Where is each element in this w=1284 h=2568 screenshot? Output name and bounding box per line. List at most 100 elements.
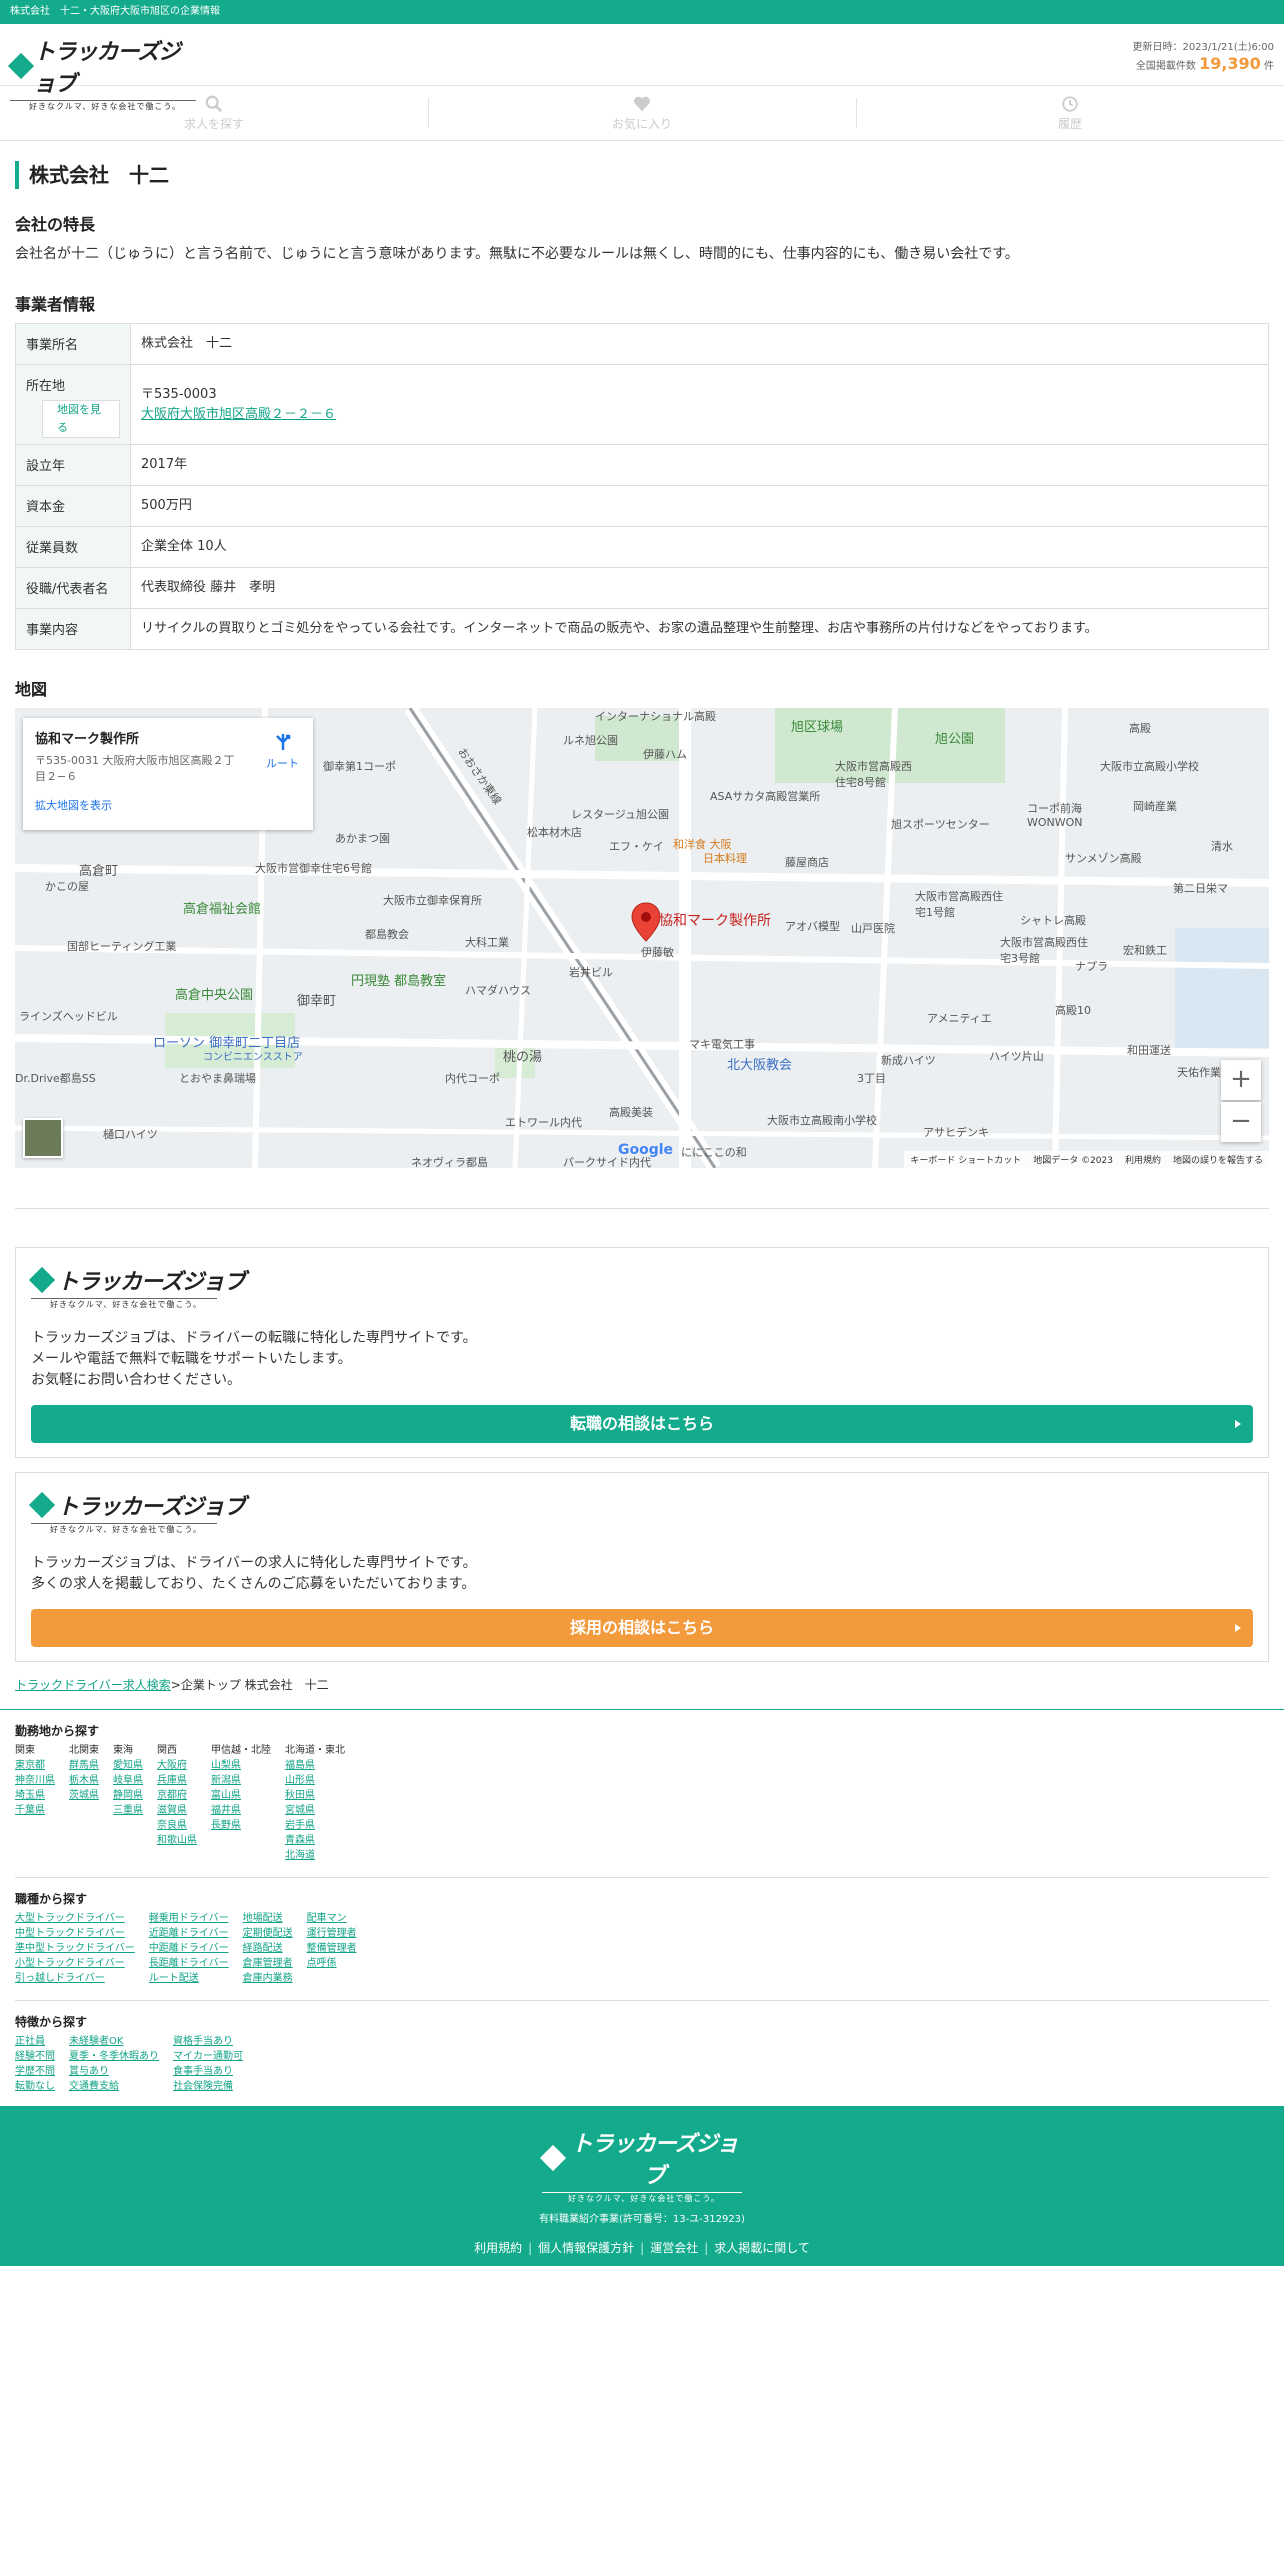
footer-link-terms[interactable]: 利用規約 [468,2241,528,2255]
search-link[interactable]: 滋賀県 [157,1803,197,1818]
search-link[interactable]: 食事手当あり [173,2064,243,2079]
search-link[interactable]: 夏季・冬季休暇あり [69,2049,159,2064]
search-link[interactable]: 新潟県 [211,1773,271,1788]
nav-history[interactable]: 履歴 [856,86,1284,140]
zoom-in-button[interactable]: + [1221,1060,1261,1100]
search-link[interactable]: 中型トラックドライバー [15,1926,135,1941]
search-link[interactable]: 栃木県 [69,1773,99,1788]
nav-favorites[interactable]: お気に入り [428,86,856,140]
search-link[interactable]: 静岡県 [113,1788,143,1803]
route-label: ルート [266,757,299,770]
map-shortcuts[interactable]: キーボード ショートカット [910,1153,1021,1166]
search-link[interactable]: 神奈川県 [15,1773,55,1788]
cta-box-career: トラッカーズジョブ 好きなクルマ、好きな会社で働こう。 トラッカーズジョブは、ド… [15,1247,1269,1458]
search-link[interactable]: 群馬県 [69,1758,99,1773]
search-link[interactable]: 岐阜県 [113,1773,143,1788]
search-link[interactable]: 三重県 [113,1803,143,1818]
footer-link-listing[interactable]: 求人掲載に関して [708,2241,816,2255]
search-link[interactable]: 正社員 [15,2034,55,2049]
zoom-out-button[interactable]: − [1221,1102,1261,1142]
map-pin-icon[interactable] [631,902,661,942]
row-label: 事業所名 [15,323,131,365]
total-count: 19,390 [1199,54,1261,73]
nav-search[interactable]: 求人を探す [0,86,428,140]
search-link[interactable]: 点呼係 [307,1956,357,1971]
search-link[interactable]: 茨城県 [69,1788,99,1803]
search-link[interactable]: 福島県 [285,1758,345,1773]
map-label: 高倉中央公園 [175,988,254,1003]
search-link[interactable]: 賞与あり [69,2064,159,2079]
search-link[interactable]: 社会保険完備 [173,2079,243,2094]
search-link[interactable]: 小型トラックドライバー [15,1956,135,1971]
search-link[interactable]: ルート配送 [149,1971,229,1986]
hiring-consult-button[interactable]: 採用の相談はこちら [31,1609,1253,1647]
search-link[interactable]: 和歌山県 [157,1833,197,1848]
logo-text: トラッカーズジョブ [57,1270,246,1295]
search-link[interactable]: 中距離ドライバー [149,1941,229,1956]
search-link[interactable]: 千葉県 [15,1803,55,1818]
divider [15,1208,1269,1209]
embedded-map[interactable]: 協和マーク製作所 旭区球場 旭公園 ルネ旭公園 インターナショナル高殿 伊藤ハム… [15,708,1269,1168]
search-link[interactable]: 長距離ドライバー [149,1956,229,1971]
search-link[interactable]: 山梨県 [211,1758,271,1773]
search-link[interactable]: 未経験者OK [69,2034,159,2049]
search-link[interactable]: 学歴不問 [15,2064,55,2079]
search-link[interactable]: 京都府 [157,1788,197,1803]
breadcrumb-home-link[interactable]: トラックドライバー求人検索 [15,1678,171,1692]
search-link[interactable]: 埼玉県 [15,1788,55,1803]
search-link[interactable]: 北海道 [285,1848,345,1863]
search-link[interactable]: 愛知県 [113,1758,143,1773]
map-label: サンメゾン高殿 [1065,852,1142,865]
search-link[interactable]: 奈良県 [157,1818,197,1833]
search-link[interactable]: 軽乗用ドライバー [149,1911,229,1926]
search-link[interactable]: 定期便配送 [243,1926,293,1941]
search-link[interactable]: 大阪府 [157,1758,197,1773]
map-label: アオバ模型 [785,920,840,933]
search-link[interactable]: 引っ越しドライバー [15,1971,135,1986]
search-link[interactable]: 倉庫管理者 [243,1956,293,1971]
search-link[interactable]: 青森県 [285,1833,345,1848]
search-link[interactable]: 兵庫県 [157,1773,197,1788]
breadcrumb-separator: > [170,1678,181,1692]
search-link[interactable]: 長野県 [211,1818,271,1833]
search-link[interactable]: マイカー通勤可 [173,2049,243,2064]
search-link[interactable]: 富山県 [211,1788,271,1803]
search-link[interactable]: 整備管理者 [307,1941,357,1956]
route-button[interactable]: ルート [266,732,299,771]
search-link[interactable]: 岩手県 [285,1818,345,1833]
map-terms[interactable]: 利用規約 [1125,1153,1161,1166]
map-report[interactable]: 地図の誤りを報告する [1173,1153,1263,1166]
search-link[interactable]: 経験不問 [15,2049,55,2064]
search-link[interactable]: 配車マン [307,1911,357,1926]
search-link[interactable]: 大型トラックドライバー [15,1911,135,1926]
search-link[interactable]: 秋田県 [285,1788,345,1803]
map-card-title: 協和マーク製作所 [35,732,140,747]
address-link[interactable]: 大阪府大阪市旭区高殿２－２－６ [141,407,336,422]
search-link[interactable]: 宮城県 [285,1803,345,1818]
area-search-title: 勤務地から探す [15,1724,100,1738]
row-label: 従業員数 [15,526,131,568]
footer-link-privacy[interactable]: 個人情報保護方針 [532,2241,640,2255]
enlarge-map-link[interactable]: 拡大地図を表示 [35,797,301,813]
career-consult-button[interactable]: 転職の相談はこちら [31,1405,1253,1443]
footer-logo[interactable]: トラッカーズジョブ 好きなクルマ、好きな会社で働こう。 [539,2126,742,2204]
search-link[interactable]: 山形県 [285,1773,345,1788]
search-link[interactable]: 近距離ドライバー [149,1926,229,1941]
search-link[interactable]: 準中型トラックドライバー [15,1941,135,1956]
search-link[interactable]: 地場配送 [243,1911,293,1926]
view-map-button[interactable]: 地図を見る [42,400,120,438]
site-logo[interactable]: トラッカーズジョブ 好きなクルマ、好きな会社で働こう。 [7,34,200,111]
search-link[interactable]: 東京都 [15,1758,55,1773]
search-link[interactable]: 運行管理者 [307,1926,357,1941]
search-link[interactable]: 福井県 [211,1803,271,1818]
satellite-toggle[interactable] [23,1118,63,1158]
search-link[interactable]: 倉庫内業務 [243,1971,293,1986]
search-link[interactable]: 交通費支給 [69,2079,159,2094]
search-link[interactable]: 資格手当あり [173,2034,243,2049]
top-banner: 株式会社 十二・大阪府大阪市旭区の企業情報 [0,0,1284,24]
search-link[interactable]: 転勤なし [15,2079,55,2094]
footer-link-company[interactable]: 運営会社 [644,2241,704,2255]
search-link[interactable]: 経路配送 [243,1941,293,1956]
cta-logo: トラッカーズジョブ 好きなクルマ、好きな会社で働こう。 [28,1264,1253,1310]
map-label: 内代コーポ [445,1072,500,1085]
